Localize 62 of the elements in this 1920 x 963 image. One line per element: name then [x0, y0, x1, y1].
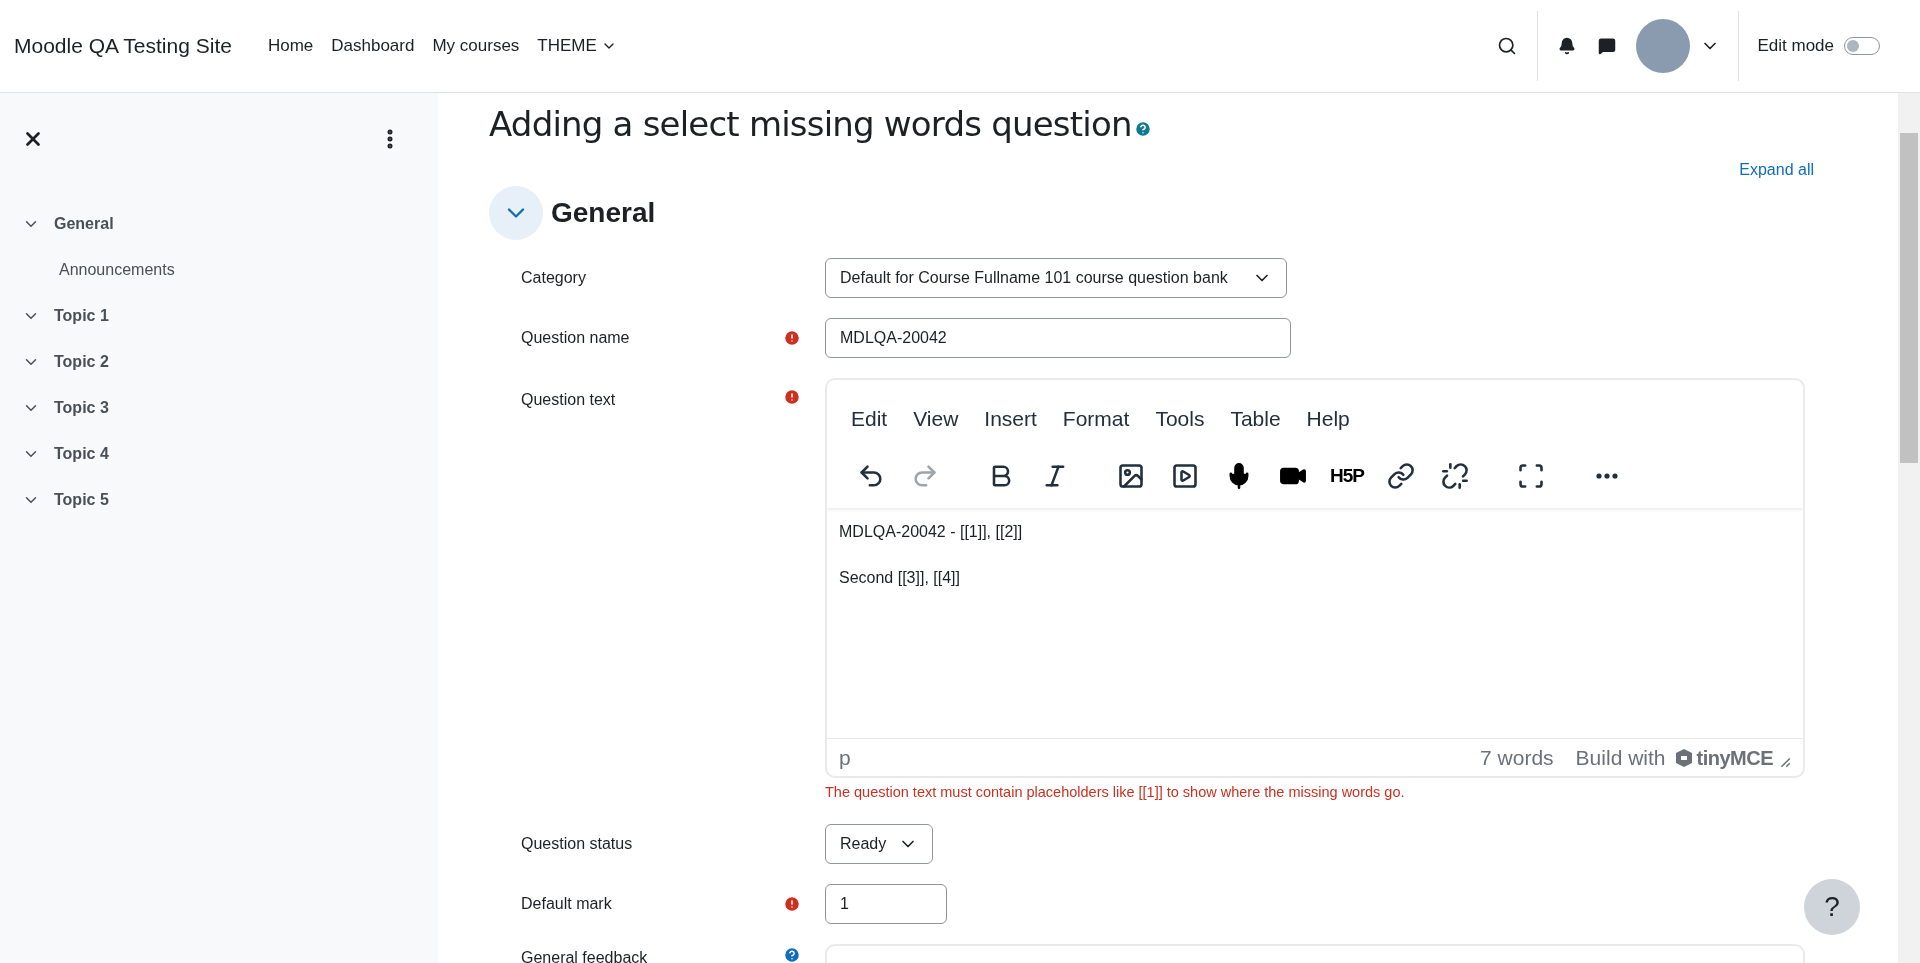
- help-button[interactable]: ?: [1804, 879, 1860, 935]
- h5p-button[interactable]: H5P: [1327, 456, 1367, 496]
- editor-content[interactable]: MDLQA-20042 - [[1]], [[2]] Second [[3]], [[4]]: [827, 508, 1803, 738]
- section-link[interactable]: Topic 5: [54, 488, 109, 512]
- section-link[interactable]: Topic 3: [54, 396, 109, 420]
- text-field[interactable]: 1: [825, 883, 947, 924]
- brand-name: tinyMCE: [1696, 745, 1773, 771]
- nav-link[interactable]: Dashboard: [331, 33, 415, 59]
- field-label: Default mark: [521, 893, 612, 914]
- activity-link[interactable]: Announcements: [59, 258, 175, 282]
- branding-text: Build with: [1575, 744, 1666, 771]
- field-label: Category: [521, 268, 586, 288]
- notification-bell-icon[interactable]: [1558, 37, 1577, 55]
- search-icon[interactable]: [1497, 36, 1518, 56]
- help-icon[interactable]: [783, 945, 801, 963]
- menu-item[interactable]: Edit: [851, 403, 888, 435]
- undo-icon: [857, 462, 885, 490]
- section-link[interactable]: Topic 4: [54, 442, 109, 466]
- page-title: Adding a select missing words question: [489, 103, 1132, 146]
- editor-paragraph: MDLQA-20042 - [[1]], [[2]]: [839, 522, 1024, 542]
- menu-item[interactable]: Tools: [1155, 403, 1205, 435]
- menu-item[interactable]: Format: [1062, 403, 1130, 435]
- section-toggle[interactable]: [489, 186, 543, 240]
- error-message: The question text must contain placeholders like [[1]] to show where the missing words go.: [825, 783, 1406, 802]
- tiny-logo-icon: [1673, 747, 1694, 768]
- section-link[interactable]: Topic 2: [54, 350, 109, 374]
- section-link[interactable]: Topic 1: [54, 304, 109, 328]
- resize-handle-icon[interactable]: [1779, 755, 1791, 768]
- section-link[interactable]: General: [54, 212, 114, 236]
- text-field[interactable]: MDLQA-20042: [825, 318, 1291, 358]
- nav-link[interactable]: My courses: [432, 33, 520, 59]
- menu-item[interactable]: Help: [1306, 403, 1350, 435]
- field-label: Question status: [521, 833, 633, 854]
- messages-icon[interactable]: [1598, 37, 1617, 55]
- section-title: General: [551, 196, 656, 230]
- word-count: 7 words: [1480, 744, 1554, 771]
- nav-link[interactable]: THEME: [537, 33, 617, 59]
- field-label: General feedback: [521, 947, 648, 963]
- category-select[interactable]: Default for Course Fullname 101 course question bank: [825, 258, 1287, 298]
- play-icon: [1171, 462, 1199, 490]
- menu-item[interactable]: Insert: [984, 403, 1037, 435]
- image-icon: [1117, 462, 1145, 490]
- status-select[interactable]: Ready: [825, 823, 934, 864]
- more-icon: [1596, 473, 1618, 479]
- expand-all-link[interactable]: Expand all: [1739, 158, 1814, 182]
- fullscreen-icon: [1517, 462, 1545, 490]
- field-label: Question text: [521, 390, 616, 410]
- site-name[interactable]: Moodle QA Testing Site: [14, 30, 232, 62]
- user-avatar[interactable]: [1636, 19, 1691, 73]
- edit-mode-toggle[interactable]: [1844, 37, 1880, 55]
- element-path: p: [839, 744, 852, 771]
- editor-paragraph: Second [[3]], [[4]]: [839, 568, 961, 588]
- nav-link[interactable]: Home: [267, 33, 314, 59]
- unlink-icon: [1441, 462, 1469, 490]
- field-label: Question name: [521, 328, 630, 348]
- menu-item[interactable]: Table: [1230, 403, 1281, 435]
- help-icon[interactable]: [1133, 119, 1152, 138]
- link-icon: [1387, 462, 1415, 490]
- scrollbar[interactable]: [1898, 93, 1920, 963]
- redo-icon: [911, 462, 939, 490]
- edit-mode-label: Edit mode: [1757, 35, 1834, 58]
- menu-item[interactable]: View: [913, 403, 959, 435]
